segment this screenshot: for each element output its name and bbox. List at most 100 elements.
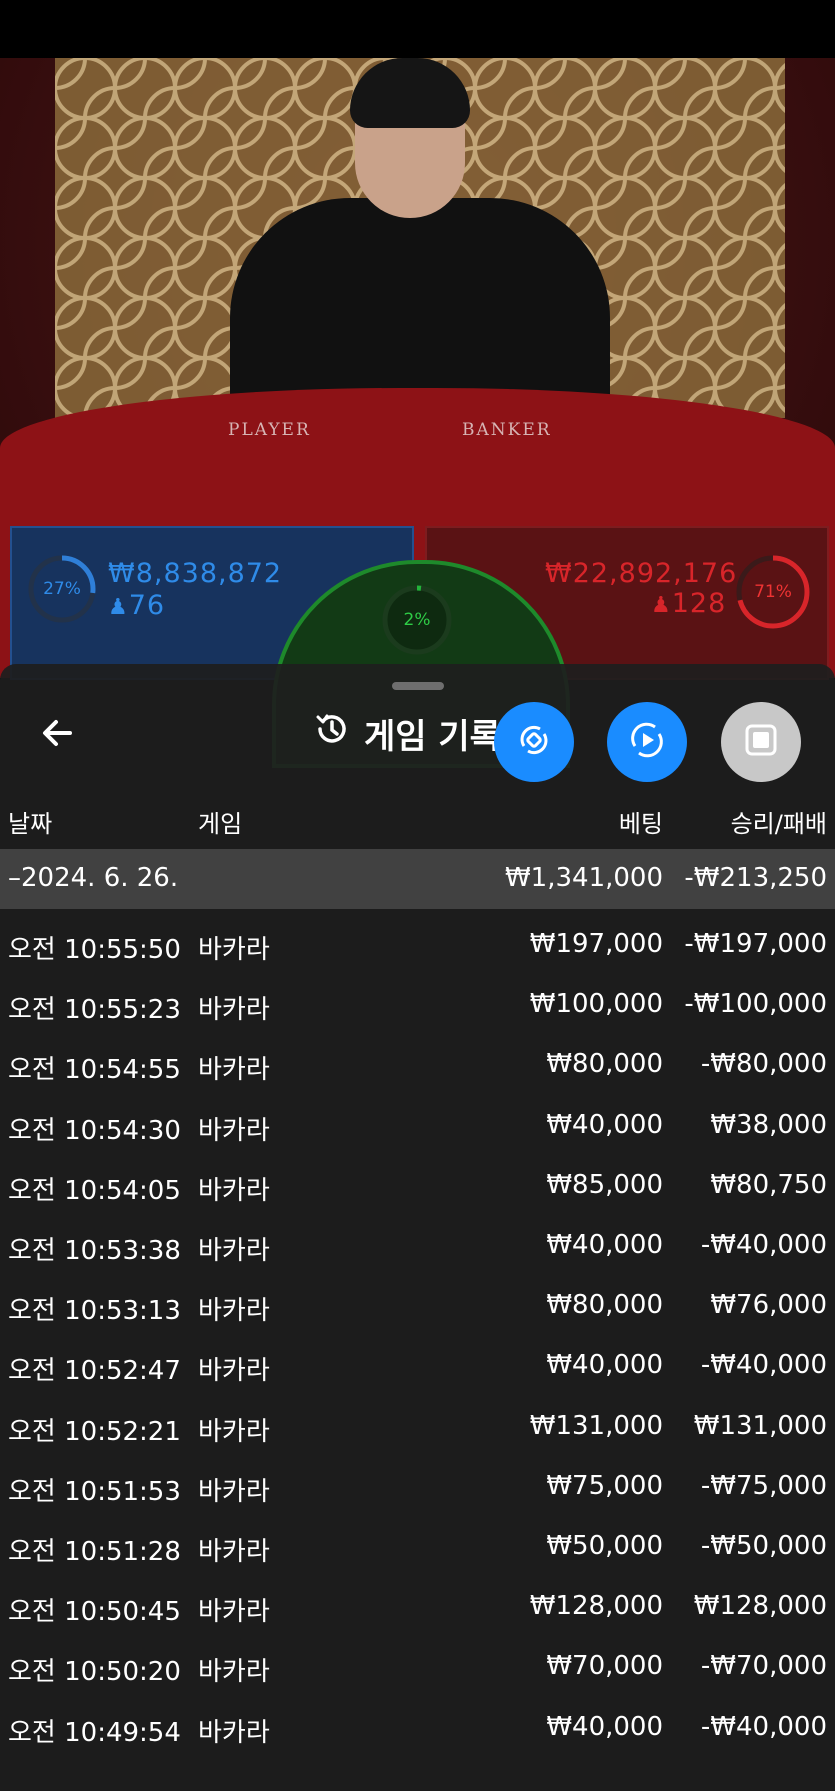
- row-game: 바카라: [198, 995, 270, 1026]
- history-row[interactable]: 오전 10:55:50 바카라 ₩197,000 -₩197,000: [0, 915, 835, 975]
- row-result: -₩80,000: [700, 1049, 827, 1080]
- summary-result: -₩213,250: [684, 863, 827, 893]
- row-game: 바카라: [198, 1296, 270, 1327]
- row-time: 오전 10:50:20: [8, 1657, 181, 1688]
- row-game: 바카라: [198, 1476, 270, 1507]
- person-icon: ♟: [108, 595, 129, 620]
- row-result: -₩40,000: [700, 1350, 827, 1381]
- player-percent: 27%: [43, 579, 81, 599]
- row-game: 바카라: [198, 1717, 270, 1748]
- table-header: 날짜 게임 베팅 승리/패배: [0, 800, 835, 840]
- col-date: 날짜: [8, 810, 53, 838]
- banker-table-label: BANKER: [462, 420, 552, 440]
- row-game: 바카라: [198, 1537, 270, 1567]
- history-row[interactable]: 오전 10:54:05 바카라 ₩85,000 ₩80,750: [0, 1156, 835, 1216]
- replay-icon: [625, 718, 669, 766]
- player-percent-ring: 27%: [27, 554, 97, 624]
- row-result: -₩197,000: [684, 929, 827, 959]
- row-game: 바카라: [198, 1236, 270, 1266]
- row-time: 오전 10:52:47: [8, 1356, 181, 1387]
- col-bet: 베팅: [618, 810, 663, 838]
- row-bet: ₩85,000: [546, 1169, 663, 1200]
- row-time: 오전 10:49:54: [8, 1717, 181, 1748]
- row-time: 오전 10:53:38: [8, 1236, 181, 1266]
- row-result: ₩76,000: [710, 1290, 827, 1321]
- row-game: 바카라: [198, 935, 270, 965]
- banker-bettor-count: ♟128: [651, 588, 727, 619]
- row-bet: ₩100,000: [529, 989, 663, 1020]
- tie-percent-ring: 2%: [381, 584, 453, 656]
- row-bet: ₩80,000: [546, 1290, 663, 1321]
- player-bettor-count: ♟76: [108, 590, 166, 621]
- row-result: -₩100,000: [684, 989, 827, 1020]
- row-bet: ₩40,000: [546, 1350, 663, 1381]
- status-bar: [0, 0, 835, 58]
- history-row[interactable]: 오전 10:50:45 바카라 ₩128,000 ₩128,000: [0, 1577, 835, 1637]
- back-arrow-icon[interactable]: [38, 713, 78, 753]
- row-time: 오전 10:51:53: [8, 1476, 181, 1507]
- row-game: 바카라: [198, 1356, 270, 1387]
- panel-title-text: 게임 기록: [364, 716, 501, 757]
- row-result: -₩50,000: [700, 1531, 827, 1561]
- row-bet: ₩128,000: [529, 1591, 663, 1622]
- player-table-label: PLAYER: [228, 420, 311, 440]
- row-bet: ₩75,000: [546, 1470, 663, 1501]
- rotate-sync-icon: [514, 720, 554, 764]
- row-time: 오전 10:54:30: [8, 1115, 181, 1146]
- row-time: 오전 10:54:05: [8, 1175, 181, 1206]
- row-bet: ₩40,000: [546, 1711, 663, 1742]
- row-game: 바카라: [198, 1115, 270, 1146]
- row-bet: ₩70,000: [546, 1651, 663, 1682]
- history-row[interactable]: 오전 10:51:53 바카라 ₩75,000 -₩75,000: [0, 1457, 835, 1517]
- row-result: ₩80,750: [710, 1169, 827, 1200]
- person-icon: ♟: [651, 593, 672, 618]
- history-row[interactable]: 오전 10:53:13 바카라 ₩80,000 ₩76,000: [0, 1276, 835, 1336]
- history-icon: [312, 709, 352, 758]
- drag-handle[interactable]: [392, 682, 444, 690]
- history-row[interactable]: 오전 10:52:21 바카라 ₩131,000 ₩131,000: [0, 1397, 835, 1457]
- row-game: 바카라: [198, 1416, 270, 1447]
- row-time: 오전 10:53:13: [8, 1296, 181, 1327]
- row-result: ₩38,000: [710, 1109, 827, 1140]
- tie-percent: 2%: [403, 610, 431, 630]
- row-bet: ₩80,000: [546, 1049, 663, 1080]
- history-row[interactable]: 오전 10:54:30 바카라 ₩40,000 ₩38,000: [0, 1096, 835, 1156]
- row-result: ₩128,000: [693, 1591, 827, 1622]
- banker-bet-amount: ₩22,892,176: [545, 558, 738, 589]
- row-time: 오전 10:55:50: [8, 935, 181, 965]
- stop-icon: [741, 720, 781, 764]
- history-row[interactable]: 오전 10:51:28 바카라 ₩50,000 -₩50,000: [0, 1517, 835, 1577]
- replay-button[interactable]: [607, 702, 687, 782]
- history-row[interactable]: 오전 10:49:54 바카라 ₩40,000 -₩40,000: [0, 1698, 835, 1758]
- row-time: 오전 10:52:21: [8, 1416, 181, 1447]
- row-bet: ₩50,000: [546, 1531, 663, 1561]
- row-bet: ₩131,000: [529, 1410, 663, 1441]
- banker-percent: 71%: [754, 582, 792, 602]
- history-row[interactable]: 오전 10:55:23 바카라 ₩100,000 -₩100,000: [0, 975, 835, 1035]
- banker-percent-ring: 71%: [735, 554, 811, 630]
- col-game: 게임: [198, 810, 243, 838]
- row-time: 오전 10:51:28: [8, 1537, 181, 1567]
- row-result: -₩40,000: [700, 1230, 827, 1260]
- row-bet: ₩40,000: [546, 1230, 663, 1260]
- history-row[interactable]: 오전 10:54:55 바카라 ₩80,000 -₩80,000: [0, 1035, 835, 1095]
- history-row[interactable]: 오전 10:52:47 바카라 ₩40,000 -₩40,000: [0, 1336, 835, 1396]
- row-result: -₩40,000: [700, 1711, 827, 1742]
- row-time: 오전 10:50:45: [8, 1597, 181, 1628]
- summary-bet: ₩1,341,000: [504, 863, 663, 893]
- row-game: 바카라: [198, 1055, 270, 1086]
- row-game: 바카라: [198, 1597, 270, 1628]
- row-game: 바카라: [198, 1175, 270, 1206]
- row-time: 오전 10:55:23: [8, 995, 181, 1026]
- col-result: 승리/패배: [730, 810, 827, 838]
- stop-button[interactable]: [721, 702, 801, 782]
- history-row[interactable]: 오전 10:50:20 바카라 ₩70,000 -₩70,000: [0, 1637, 835, 1697]
- history-row[interactable]: 오전 10:53:38 바카라 ₩40,000 -₩40,000: [0, 1216, 835, 1276]
- summary-date: –2024. 6. 26.: [8, 863, 179, 893]
- rotate-sync-button[interactable]: [494, 702, 574, 782]
- date-summary-row[interactable]: –2024. 6. 26. ₩1,341,000 -₩213,250: [0, 849, 835, 909]
- row-result: -₩75,000: [700, 1470, 827, 1501]
- row-game: 바카라: [198, 1657, 270, 1688]
- row-time: 오전 10:54:55: [8, 1055, 181, 1086]
- row-bet: ₩40,000: [546, 1109, 663, 1140]
